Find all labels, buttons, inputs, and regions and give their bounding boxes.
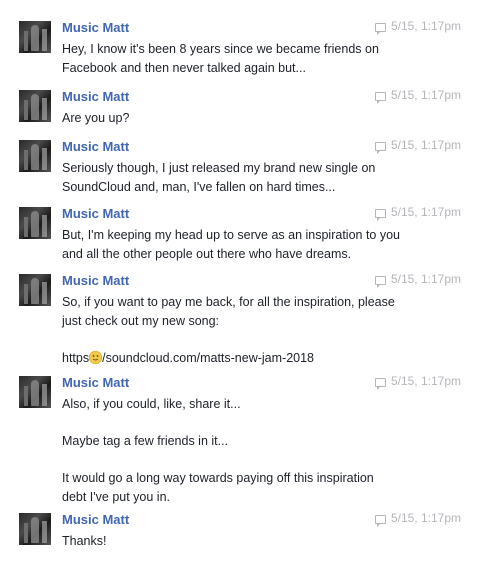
avatar[interactable]	[19, 140, 51, 172]
message-line: just check out my new song:	[62, 313, 220, 328]
chat-bubble-icon	[374, 275, 386, 288]
chat-bubble-icon	[374, 377, 386, 390]
timestamp: 5/15, 1:17pm	[374, 271, 461, 288]
message-line: Facebook and then never talked again but…	[62, 60, 306, 75]
link-prefix[interactable]: https	[62, 351, 89, 365]
message-body: Are you up?	[62, 109, 442, 128]
message-line: Also, if you could, like, share it...	[62, 397, 241, 411]
chat-bubble-icon	[374, 208, 386, 221]
sender-name[interactable]: Music Matt	[62, 206, 129, 222]
timestamp-text: 5/15, 1:17pm	[390, 205, 461, 219]
avatar[interactable]	[19, 207, 51, 239]
timestamp-text: 5/15, 1:17pm	[390, 272, 461, 286]
avatar[interactable]	[19, 274, 51, 306]
timestamp: 5/15, 1:17pm	[374, 510, 461, 527]
message-body: Hey, I know it's been 8 years since we b…	[62, 40, 442, 77]
avatar[interactable]	[19, 376, 51, 408]
sender-name[interactable]: Music Matt	[62, 20, 129, 36]
timestamp-text: 5/15, 1:17pm	[390, 138, 461, 152]
message-line: But, I'm keeping my head up to serve as …	[62, 228, 400, 242]
message-line: Thanks!	[62, 534, 107, 548]
slight-smile-emoji-icon	[89, 350, 103, 364]
message-body: But, I'm keeping my head up to serve as …	[62, 226, 442, 263]
avatar[interactable]	[19, 90, 51, 122]
message-body: Thanks!	[62, 532, 442, 551]
link-suffix[interactable]: /soundcloud.com/matts-new-jam-2018	[102, 351, 314, 365]
timestamp: 5/15, 1:17pm	[374, 87, 461, 104]
message-line: Maybe tag a few friends in it...	[62, 434, 229, 448]
message-line: and all the other people out there who h…	[62, 246, 352, 261]
chat-bubble-icon	[374, 141, 386, 154]
chat-bubble-icon	[374, 22, 386, 35]
avatar[interactable]	[19, 21, 51, 53]
message-line: Hey, I know it's been 8 years since we b…	[62, 42, 379, 56]
timestamp-text: 5/15, 1:17pm	[390, 374, 461, 388]
sender-name[interactable]: Music Matt	[62, 273, 129, 289]
sender-name[interactable]: Music Matt	[62, 512, 129, 528]
message-body: Seriously though, I just released my bra…	[62, 159, 442, 196]
message-line: Are you up?	[62, 111, 130, 125]
message-line: SoundCloud and, man, I've fallen on hard…	[62, 179, 336, 194]
timestamp-text: 5/15, 1:17pm	[390, 511, 461, 525]
message-line: debt I've put you in.	[62, 489, 171, 504]
timestamp: 5/15, 1:17pm	[374, 137, 461, 154]
timestamp-text: 5/15, 1:17pm	[390, 19, 461, 33]
sender-name[interactable]: Music Matt	[62, 375, 129, 391]
message-line: Seriously though, I just released my bra…	[62, 161, 376, 175]
chat-bubble-icon	[374, 91, 386, 104]
chat-bubble-icon	[374, 514, 386, 527]
message-body: Also, if you could, like, share it... Ma…	[62, 395, 442, 506]
message-line: It would go a long way towards paying of…	[62, 471, 374, 485]
sender-name[interactable]: Music Matt	[62, 89, 129, 105]
timestamp: 5/15, 1:17pm	[374, 204, 461, 221]
song-link[interactable]: https/soundcloud.com/matts-new-jam-2018	[62, 349, 442, 368]
sender-name[interactable]: Music Matt	[62, 139, 129, 155]
timestamp: 5/15, 1:17pm	[374, 18, 461, 35]
avatar[interactable]	[19, 513, 51, 545]
timestamp: 5/15, 1:17pm	[374, 373, 461, 390]
message-body: So, if you want to pay me back, for all …	[62, 293, 442, 367]
message-line: So, if you want to pay me back, for all …	[62, 295, 395, 309]
timestamp-text: 5/15, 1:17pm	[390, 88, 461, 102]
